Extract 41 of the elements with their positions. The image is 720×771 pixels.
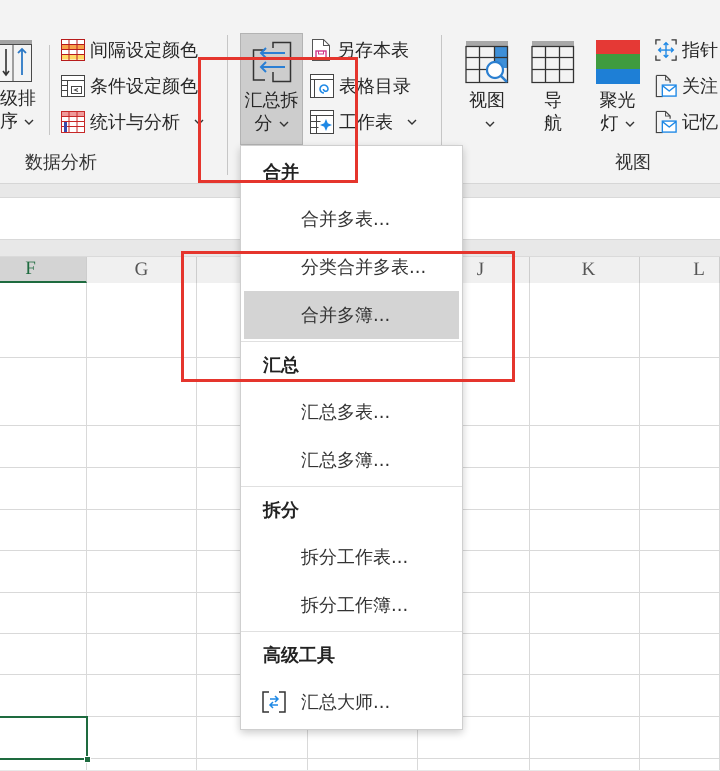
menu-item[interactable]: 汇总多簿...: [244, 436, 459, 484]
table-icon: [61, 75, 85, 97]
document-mail-icon: [655, 74, 677, 98]
ribbon-command[interactable]: 统计与分析: [61, 104, 204, 140]
menu-item[interactable]: 合并多表...: [244, 195, 459, 243]
table-swirl-icon: [310, 74, 334, 98]
menu-heading: 高级工具: [263, 645, 335, 666]
document-mail-icon: [655, 110, 677, 134]
menu-item[interactable]: 拆分工作簿...: [244, 581, 459, 629]
menu-heading: 汇总: [263, 355, 299, 376]
ribbon-button[interactable]: 导航: [528, 33, 578, 145]
sort-icon: [0, 40, 32, 82]
move-arrows-icon: [655, 39, 677, 61]
menu-heading: 拆分: [263, 500, 299, 521]
ribbon-command[interactable]: 工作表: [310, 104, 417, 140]
ribbon-button[interactable]: 视图: [462, 33, 512, 145]
ribbon-command[interactable]: 记忆: [655, 104, 718, 140]
striped-table-icon: [61, 39, 85, 61]
ribbon-command[interactable]: 表格目录: [310, 68, 417, 104]
bracket-arrows-icon: [261, 690, 287, 714]
column-header[interactable]: F: [0, 257, 87, 283]
table-chart-icon: [61, 111, 85, 133]
group-label: 视图: [615, 152, 651, 173]
document-arrows-icon: [250, 40, 292, 84]
menu-heading: 合并: [263, 162, 299, 183]
table-search-icon: [465, 40, 509, 84]
ribbon-command[interactable]: 条件设定颜色: [61, 68, 204, 104]
table-icon: [531, 40, 575, 84]
color-stripes-icon: [596, 40, 640, 84]
ribbon-command[interactable]: 指针: [655, 32, 718, 68]
menu-item[interactable]: 拆分工作表...: [244, 533, 459, 581]
ribbon-command[interactable]: 间隔设定颜色: [61, 32, 204, 68]
menu-item[interactable]: 汇总大师...: [244, 678, 459, 726]
menu-item[interactable]: 合并多簿...: [244, 291, 459, 339]
ribbon-button[interactable]: 聚光灯: [593, 33, 642, 145]
ribbon-button[interactable]: 汇总拆分: [240, 33, 303, 145]
ribbon-command[interactable]: 关注: [655, 68, 718, 104]
group-label: 数据分析: [25, 152, 97, 173]
fill-handle[interactable]: [84, 756, 91, 763]
menu-item[interactable]: 汇总多表...: [244, 388, 459, 436]
ribbon-button[interactable]: 级排序: [0, 33, 40, 145]
